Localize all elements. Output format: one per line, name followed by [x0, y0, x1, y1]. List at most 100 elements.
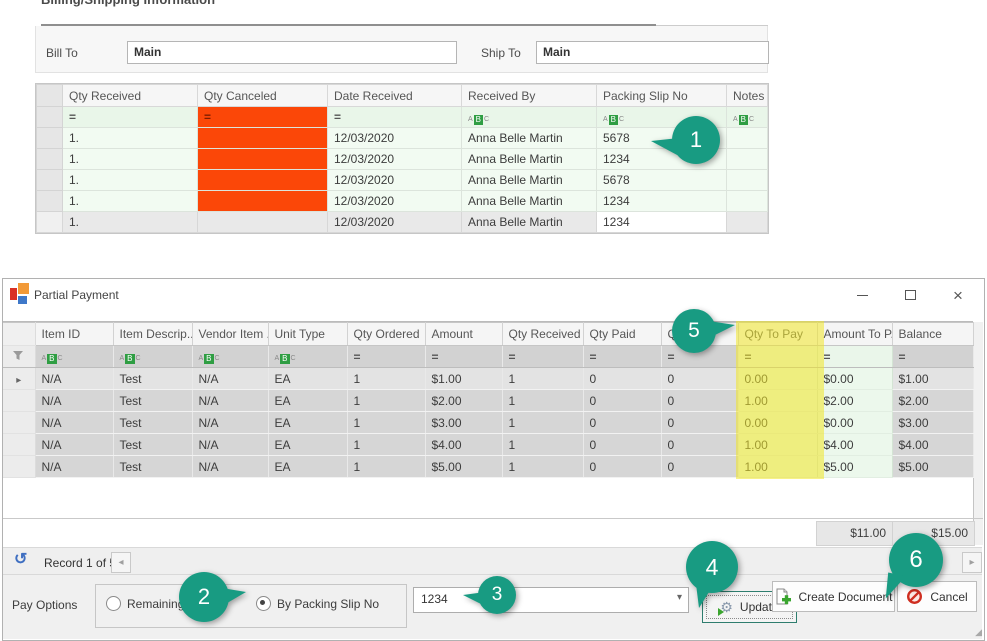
cell-unit-type[interactable]: EA: [268, 368, 347, 390]
cell-received-by[interactable]: Anna Belle Martin: [462, 149, 597, 170]
col-notes[interactable]: Notes: [727, 85, 768, 107]
cell-item-description[interactable]: Test: [113, 434, 192, 456]
cell-notes[interactable]: [727, 170, 768, 191]
cell-qty-canceled[interactable]: [198, 149, 328, 170]
filter-item-description[interactable]: ABC: [113, 346, 192, 368]
cell-amount-to-pay[interactable]: $5.00: [817, 456, 892, 478]
cell-balance[interactable]: $5.00: [892, 456, 973, 478]
prev-record-button[interactable]: ◂: [111, 552, 131, 573]
cell-item-id[interactable]: N/A: [35, 456, 113, 478]
filter-vendor-item[interactable]: ABC: [192, 346, 268, 368]
table-row[interactable]: 1. 12/03/2020 Anna Belle Martin 1234: [37, 191, 768, 212]
cell-vendor-item[interactable]: N/A: [192, 434, 268, 456]
close-button[interactable]: ×: [936, 280, 980, 310]
cell-qty-paid[interactable]: 0: [583, 390, 661, 412]
cell-qty-ordered[interactable]: 1: [347, 390, 425, 412]
filter-received-by[interactable]: ABC: [462, 107, 597, 128]
cell-balance[interactable]: $2.00: [892, 390, 973, 412]
cell-date-received[interactable]: 12/03/2020: [328, 149, 462, 170]
cell-unit-type[interactable]: EA: [268, 456, 347, 478]
cell-qty-received[interactable]: 1: [502, 456, 583, 478]
cell-amount-to-pay[interactable]: $2.00: [817, 390, 892, 412]
cell-date-received[interactable]: 12/03/2020: [328, 191, 462, 212]
col-qty-received[interactable]: Qty Received: [502, 323, 583, 346]
filter-qty-received[interactable]: =: [63, 107, 198, 128]
next-record-button[interactable]: ▸: [962, 552, 982, 573]
cell-qty-canceled[interactable]: [198, 191, 328, 212]
cell-qty-ordered[interactable]: 1: [347, 434, 425, 456]
cell-packing-slip-no[interactable]: 1234: [597, 191, 727, 212]
filter-row-button[interactable]: [3, 346, 35, 368]
col-received-by[interactable]: Received By: [462, 85, 597, 107]
grid-scroll-strip[interactable]: [974, 322, 983, 545]
col-item-description[interactable]: Item Descrip...: [113, 323, 192, 346]
cell-qty-received[interactable]: 1.: [63, 191, 198, 212]
cell-item-description[interactable]: Test: [113, 368, 192, 390]
filter-item-id[interactable]: ABC: [35, 346, 113, 368]
cell-qty-received[interactable]: 1: [502, 368, 583, 390]
cell-qty-canceled[interactable]: [198, 170, 328, 191]
cell-vendor-item[interactable]: N/A: [192, 456, 268, 478]
col-item-id[interactable]: Item ID: [35, 323, 113, 346]
ship-to-input[interactable]: Main: [536, 41, 769, 64]
cell-packing-slip-no[interactable]: 5678: [597, 170, 727, 191]
filter-qty-ordered[interactable]: =: [347, 346, 425, 368]
cell-notes[interactable]: [727, 212, 768, 233]
cell-qty-received[interactable]: 1: [502, 412, 583, 434]
cell-qty-paid[interactable]: 0: [583, 456, 661, 478]
table-row-selected[interactable]: 1. 12/03/2020 Anna Belle Martin 1234: [37, 212, 768, 233]
col-vendor-item[interactable]: Vendor Item ...: [192, 323, 268, 346]
cell-received-by[interactable]: Anna Belle Martin: [462, 212, 597, 233]
cell-qty-ordered[interactable]: 1: [347, 456, 425, 478]
cell-item-id[interactable]: N/A: [35, 412, 113, 434]
cell-received-by[interactable]: Anna Belle Martin: [462, 170, 597, 191]
cell-amount[interactable]: $5.00: [425, 456, 502, 478]
filter-qty-canceled[interactable]: =: [198, 107, 328, 128]
cell-qty-canceled[interactable]: [198, 128, 328, 149]
cell-item-id[interactable]: N/A: [35, 390, 113, 412]
table-row[interactable]: N/A Test N/A EA 1 $5.00 1 0 0 1.00 $5.00…: [3, 456, 973, 478]
cell-qty-paid[interactable]: 0: [583, 368, 661, 390]
filter-qty-paid[interactable]: =: [583, 346, 661, 368]
col-amount[interactable]: Amount: [425, 323, 502, 346]
chevron-down-icon[interactable]: ▾: [677, 592, 682, 603]
cell-vendor-item[interactable]: N/A: [192, 368, 268, 390]
cell-received-by[interactable]: Anna Belle Martin: [462, 128, 597, 149]
cell-qty-canceled[interactable]: [198, 212, 328, 233]
cell-qty-canceled[interactable]: 0: [661, 368, 738, 390]
col-unit-type[interactable]: Unit Type: [268, 323, 347, 346]
filter-date-received[interactable]: =: [328, 107, 462, 128]
filter-amount-to-pay[interactable]: =: [817, 346, 892, 368]
radio-by-packing-slip[interactable]: By Packing Slip No: [256, 596, 379, 611]
cell-amount[interactable]: $1.00: [425, 368, 502, 390]
col-qty-canceled[interactable]: Qty Canceled: [198, 85, 328, 107]
bill-to-input[interactable]: Main: [127, 41, 457, 64]
cell-qty-canceled[interactable]: 0: [661, 412, 738, 434]
cell-date-received[interactable]: 12/03/2020: [328, 128, 462, 149]
cell-qty-paid[interactable]: 0: [583, 434, 661, 456]
table-row[interactable]: 1. 12/03/2020 Anna Belle Martin 5678: [37, 170, 768, 191]
filter-qty-received[interactable]: =: [502, 346, 583, 368]
table-row[interactable]: N/A Test N/A EA 1 $4.00 1 0 0 1.00 $4.00…: [3, 434, 973, 456]
cell-amount-to-pay[interactable]: $4.00: [817, 434, 892, 456]
cell-qty-ordered[interactable]: 1: [347, 368, 425, 390]
table-row[interactable]: N/A Test N/A EA 1 $2.00 1 0 0 1.00 $2.00…: [3, 390, 973, 412]
cell-amount[interactable]: $4.00: [425, 434, 502, 456]
cell-qty-received[interactable]: 1.: [63, 212, 198, 233]
resize-grip[interactable]: ◢: [975, 627, 981, 638]
cell-amount-to-pay[interactable]: $0.00: [817, 368, 892, 390]
cell-unit-type[interactable]: EA: [268, 412, 347, 434]
cell-received-by[interactable]: Anna Belle Martin: [462, 191, 597, 212]
cell-packing-slip-no-editing[interactable]: 1234: [597, 212, 727, 233]
filter-unit-type[interactable]: ABC: [268, 346, 347, 368]
filter-amount[interactable]: =: [425, 346, 502, 368]
create-document-button[interactable]: Create Document: [772, 581, 895, 612]
filter-balance[interactable]: =: [892, 346, 973, 368]
filter-notes[interactable]: ABC: [727, 107, 768, 128]
cell-notes[interactable]: [727, 191, 768, 212]
cell-vendor-item[interactable]: N/A: [192, 412, 268, 434]
cell-item-description[interactable]: Test: [113, 412, 192, 434]
cell-item-description[interactable]: Test: [113, 456, 192, 478]
cell-qty-received[interactable]: 1.: [63, 149, 198, 170]
cell-qty-received[interactable]: 1.: [63, 128, 198, 149]
